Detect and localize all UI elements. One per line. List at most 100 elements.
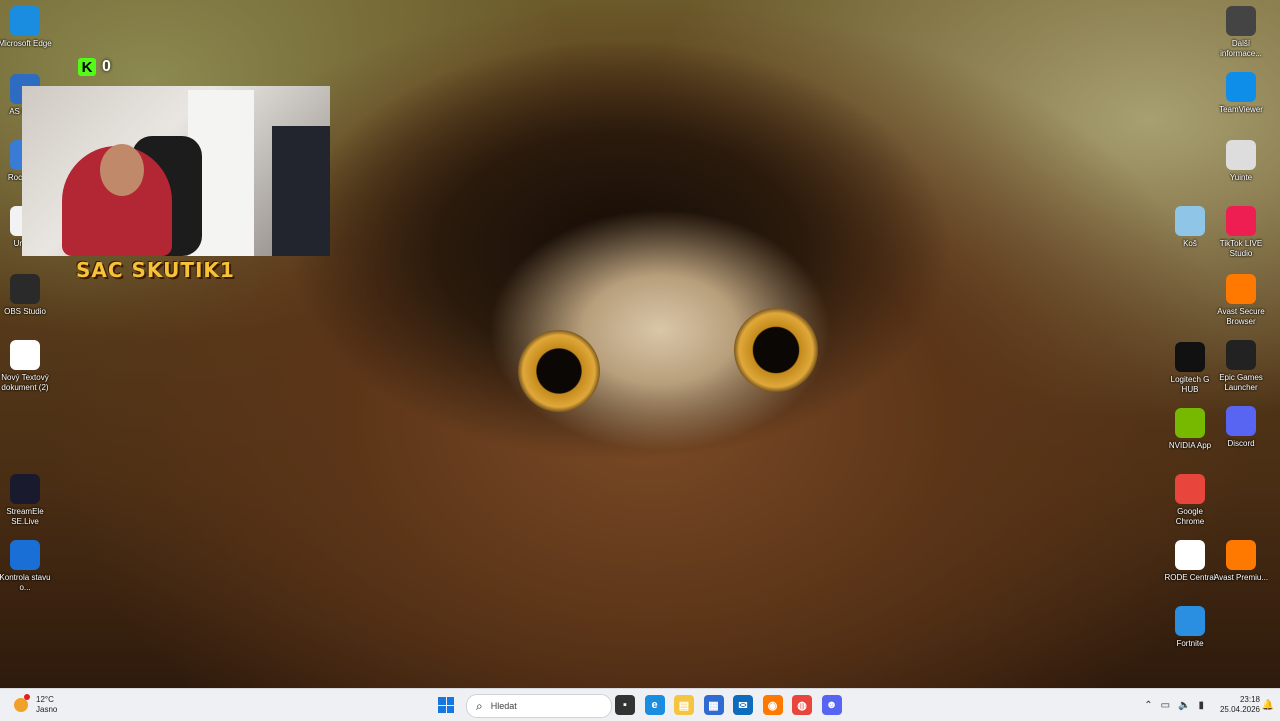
desktop-icon-edge[interactable]: Microsoft Edge — [0, 6, 53, 49]
discord-icon — [1226, 406, 1256, 436]
desktop-icon-label: Discord — [1227, 439, 1255, 448]
clock-date: 25.04.2026 — [1219, 705, 1260, 714]
taskbar-edge-button[interactable]: e — [644, 689, 665, 721]
nvidia-icon — [1175, 408, 1205, 438]
desktop-icon-discord[interactable]: Discord — [1213, 406, 1269, 449]
clock[interactable]: 23:18 25.04.2026 — [1220, 689, 1260, 721]
desktop-icon-label: NVIDIA App — [1168, 441, 1212, 450]
desktop-icon-nvidia[interactable]: NVIDIA App — [1162, 408, 1218, 451]
desktop-icon-label: Další informace... — [1220, 39, 1262, 58]
search-placeholder: Hledat — [490, 701, 517, 711]
desktop-icon-chrome[interactable]: Google Chrome — [1162, 474, 1218, 527]
taskbar-outlook-button[interactable]: ✉ — [733, 689, 753, 721]
taskbar-chrome-button[interactable]: ◍ — [792, 689, 812, 721]
epic-icon — [1226, 340, 1256, 370]
start-button[interactable] — [438, 689, 460, 721]
outlook-icon: ✉ — [733, 695, 753, 715]
file-explorer-icon: ▤ — [674, 695, 694, 715]
desktop-icon-label: Epic Games Launcher — [1219, 373, 1263, 392]
avast-browser-icon — [1226, 274, 1256, 304]
desktop-icon-obs[interactable]: OBS Studio — [0, 274, 53, 317]
teamviewer-icon — [1226, 72, 1256, 102]
desktop-icon-label: OBS Studio — [4, 307, 46, 316]
desktop-icon-label: TeamViewer — [1219, 105, 1263, 114]
streamelements-icon — [10, 474, 40, 504]
taskbar-task-view-button[interactable]: ▪ — [615, 689, 635, 721]
avast-icon — [1226, 540, 1256, 570]
desktop-icon-teamviewer[interactable]: TeamViewer — [1213, 72, 1269, 115]
desktop-icon-label: Logitech G HUB — [1170, 375, 1210, 394]
desktop-icon-tiktok[interactable]: TikTok LIVE Studio — [1213, 206, 1269, 259]
desktop-icon-streamelements[interactable]: StreamEle SE.Live — [0, 474, 53, 527]
avast-browser-icon: ◉ — [762, 695, 783, 715]
volume-icon[interactable]: 🔈 — [1178, 700, 1190, 711]
text-document-icon — [10, 340, 40, 370]
chrome-icon — [1175, 474, 1205, 504]
health-check-icon — [10, 540, 40, 570]
desktop-icon-label: RODE Central — [1164, 573, 1216, 582]
desktop-icon-text-document[interactable]: Nový Textový dokument (2) — [0, 340, 53, 393]
taskbar-discord-button[interactable]: ☻ — [821, 689, 842, 721]
desktop-icon-label: Nový Textový dokument (2) — [1, 373, 49, 392]
rode-icon — [1175, 540, 1205, 570]
weather-temperature: 12°C — [36, 695, 54, 704]
fortnite-icon — [1175, 606, 1205, 636]
desktop-icon-label: Kontrola stavu o... — [0, 573, 51, 592]
desktop-icon-health-check[interactable]: Kontrola stavu o... — [0, 540, 53, 593]
desktop-icon-avast-browser[interactable]: Avast Secure Browser — [1213, 274, 1269, 327]
taskbar-avast-browser-button[interactable]: ◉ — [762, 689, 783, 721]
task-view-icon: ▪ — [615, 695, 635, 715]
desktop-wallpaper: Microsoft EdgeAS DriveRoc LeagUnsavOBS S… — [0, 0, 1280, 688]
obs-icon — [10, 274, 40, 304]
weather-widget[interactable]: 12°C Jasno — [14, 689, 57, 721]
desktop-icon-label: StreamEle SE.Live — [6, 507, 44, 526]
kick-viewer-badge: K 0 — [78, 58, 111, 76]
desktop-icon-avast[interactable]: Avast Premiu... — [1213, 540, 1269, 583]
taskbar-search[interactable]: ⌕ Hledat — [466, 694, 612, 718]
search-icon: ⌕ — [476, 698, 483, 713]
battery-icon[interactable]: ▮ — [1198, 700, 1204, 711]
desktop-icon-label: Fortnite — [1176, 639, 1204, 648]
info-icon — [1226, 6, 1256, 36]
streamer-name: SAC SKUTIK1 — [76, 258, 235, 282]
desktop-icon-rode[interactable]: RODE Central — [1162, 540, 1218, 583]
desktop-icon-fortnite[interactable]: Fortnite — [1162, 606, 1218, 649]
desktop-icon-recycle-bin[interactable]: Koš — [1162, 206, 1218, 249]
weather-description: Jasno — [36, 705, 58, 714]
notification-bell-icon[interactable]: 🔔 — [1262, 689, 1274, 721]
kick-logo-icon: K — [78, 58, 96, 76]
desktop-icon-label: TikTok LIVE Studio — [1219, 239, 1263, 258]
webcam-overlay — [22, 86, 330, 256]
store-icon: ▦ — [703, 695, 724, 715]
taskbar-store-button[interactable]: ▦ — [703, 689, 724, 721]
desktop-icon-label: Microsoft Edge — [0, 39, 52, 48]
tray-overflow-chevron-icon[interactable]: ⌃ — [1144, 700, 1152, 711]
desktop-icon-label: Yuinte — [1229, 173, 1253, 182]
desktop-icon-label: Avast Secure Browser — [1217, 307, 1265, 326]
desktop-icon-logitech[interactable]: Logitech G HUB — [1162, 342, 1218, 395]
desktop-icon-epic[interactable]: Epic Games Launcher — [1213, 340, 1269, 393]
weather-sun-icon — [14, 694, 30, 712]
desktop-icon-label: Google Chrome — [1175, 507, 1205, 526]
desktop-icon-label: Koš — [1183, 239, 1197, 248]
desktop-icon-yuinte[interactable]: Yuinte — [1213, 140, 1269, 183]
windows-logo-icon — [438, 697, 454, 713]
desktop-icon-label: Avast Premiu... — [1213, 573, 1269, 582]
taskbar: 12°C Jasno ⌕ Hledat ▪ e ▤ ▦ ✉ ◉ ◍ ☻ ⌃ ▭ 🔈 ▮ 23:… — [0, 688, 1280, 721]
tiktok-icon — [1226, 206, 1256, 236]
owl-right-eye — [734, 308, 818, 392]
clock-time: 23:18 — [1239, 695, 1260, 704]
edge-icon — [10, 6, 40, 36]
kick-viewer-count: 0 — [102, 58, 111, 75]
taskbar-file-explorer-button[interactable]: ▤ — [674, 689, 694, 721]
yuinte-icon — [1226, 140, 1256, 170]
discord-icon: ☻ — [821, 695, 842, 715]
owl-left-eye — [518, 330, 600, 412]
system-tray: ⌃ ▭ 🔈 ▮ — [1144, 689, 1204, 721]
recycle-bin-icon — [1175, 206, 1205, 236]
network-icon[interactable]: ▭ — [1161, 700, 1170, 711]
edge-icon: e — [644, 695, 665, 715]
chrome-icon: ◍ — [792, 695, 812, 715]
desktop-icon-info[interactable]: Další informace... — [1213, 6, 1269, 59]
logitech-icon — [1175, 342, 1205, 372]
